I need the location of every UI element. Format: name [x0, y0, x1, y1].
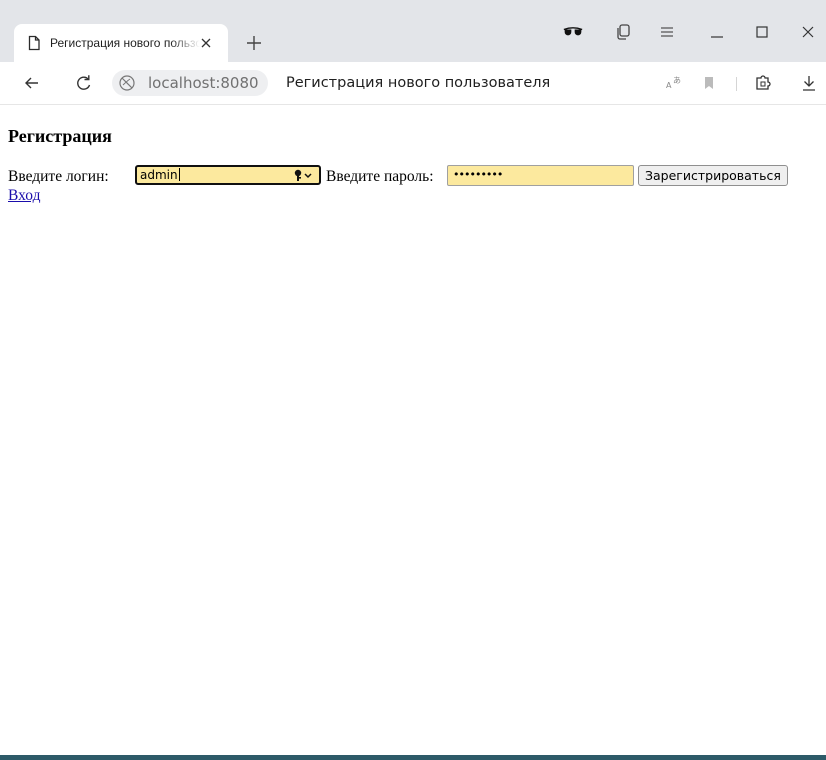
url-field[interactable]: localhost:8080: [112, 70, 268, 96]
arrow-left-icon[interactable]: [22, 73, 42, 93]
maximize-icon[interactable]: [752, 22, 772, 42]
close-window-icon[interactable]: [798, 22, 818, 42]
address-page-title[interactable]: Регистрация нового пользователя: [286, 73, 550, 93]
login-input[interactable]: admin: [135, 165, 321, 185]
translate-icon[interactable]: A あ: [664, 73, 684, 93]
svg-text:あ: あ: [673, 76, 681, 85]
globe-icon[interactable]: [118, 74, 136, 92]
close-icon[interactable]: [198, 35, 214, 51]
password-value: •••••••••: [453, 168, 503, 181]
download-icon[interactable]: [799, 73, 819, 93]
svg-text:A: A: [666, 81, 672, 90]
bottom-edge: [0, 755, 826, 760]
tab-title: Регистрация нового пользователя: [50, 36, 200, 50]
password-input[interactable]: •••••••••: [447, 165, 634, 186]
login-value-text: admin: [140, 168, 178, 182]
document-icon: [28, 35, 40, 51]
minimize-icon[interactable]: [707, 22, 727, 42]
tab-strip: Регистрация нового пользователя: [0, 0, 826, 62]
url-host: localhost:8080: [148, 74, 259, 92]
address-toolbar: localhost:8080 Регистрация нового пользо…: [0, 62, 826, 105]
hamburger-menu-icon[interactable]: [657, 22, 677, 42]
extension-icon[interactable]: [753, 73, 773, 93]
sunglasses-icon[interactable]: [563, 22, 583, 42]
bookmark-icon[interactable]: [699, 73, 719, 93]
password-label: Введите пароль:: [326, 168, 434, 185]
login-label: Введите логин:: [8, 168, 109, 185]
browser-window: Регистрация нового пользователя: [0, 0, 826, 760]
toolbar-separator: [736, 77, 737, 91]
registration-form: Введите логин: admin Введите пароль: •••…: [8, 164, 808, 188]
register-button[interactable]: Зарегистрироваться: [638, 165, 788, 186]
plus-icon[interactable]: [244, 33, 264, 53]
login-value: admin: [140, 167, 180, 183]
text-caret: [178, 168, 180, 181]
page-content: Регистрация Введите логин: admin Введите…: [0, 105, 826, 755]
tabs-icon[interactable]: [614, 22, 634, 42]
page-title: Регистрация: [8, 126, 112, 146]
reload-icon[interactable]: [74, 73, 94, 93]
login-link[interactable]: Вход: [8, 187, 40, 205]
key-icon[interactable]: [293, 168, 319, 182]
active-tab[interactable]: Регистрация нового пользователя: [14, 24, 228, 62]
